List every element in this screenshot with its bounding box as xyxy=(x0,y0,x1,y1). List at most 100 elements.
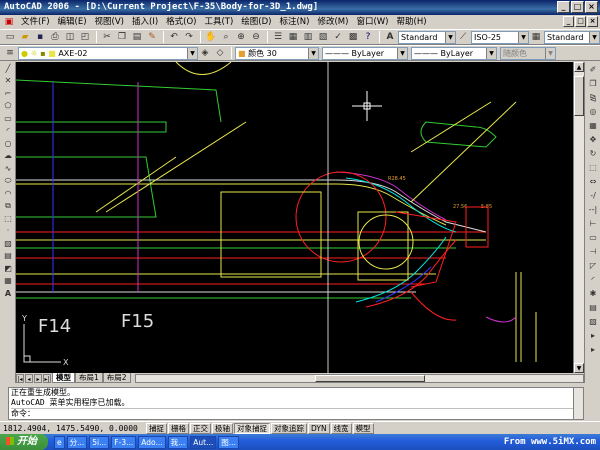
hatch-icon[interactable]: ▨ xyxy=(1,237,15,250)
doc-close-button[interactable]: × xyxy=(587,16,598,27)
save-icon[interactable]: ▪ xyxy=(33,31,47,44)
multiline-text-icon[interactable]: A xyxy=(1,287,15,300)
taskbar-item[interactable]: Ado... xyxy=(138,435,166,449)
break-at-point-icon[interactable]: ⊢ xyxy=(586,216,600,230)
taskbar-item[interactable]: 5i... xyxy=(89,435,110,449)
text-style-icon[interactable]: A xyxy=(383,31,397,44)
vertical-scrollbar[interactable]: ▲ ▼ xyxy=(573,62,584,373)
taskbar-item[interactable]: F-3... xyxy=(111,435,137,449)
publish-icon[interactable]: ◰ xyxy=(78,31,92,44)
stretch-icon[interactable]: ⇔ xyxy=(586,174,600,188)
menu-help[interactable]: 帮助(H) xyxy=(393,15,431,29)
rotate-icon[interactable]: ↻ xyxy=(586,146,600,160)
offset-icon[interactable]: ◎ xyxy=(586,104,600,118)
command-scrollbar[interactable] xyxy=(573,388,583,419)
undo-icon[interactable]: ↶ xyxy=(167,31,181,44)
tab-first-icon[interactable]: |◂ xyxy=(16,373,24,383)
osnap-toggle[interactable]: 对象捕捉 xyxy=(234,422,270,434)
insert-block-icon[interactable]: ⧉ xyxy=(1,200,15,213)
menu-format[interactable]: 格式(O) xyxy=(162,15,200,29)
dyn-toggle[interactable]: DYN xyxy=(308,422,330,434)
drawing-canvas[interactable]: R28.45 27.56 5.85 F14 F15 Y X xyxy=(16,62,573,373)
polar-toggle[interactable]: 极轴 xyxy=(212,422,233,434)
arc-icon[interactable]: ◜ xyxy=(1,125,15,138)
scroll-thumb[interactable] xyxy=(314,374,425,382)
menu-modify[interactable]: 修改(M) xyxy=(313,15,352,29)
tab-last-icon[interactable]: ▸| xyxy=(43,373,51,383)
cut-icon[interactable]: ✂ xyxy=(100,31,114,44)
line-icon[interactable]: ╱ xyxy=(1,62,15,75)
spline-icon[interactable]: ∿ xyxy=(1,162,15,175)
paste-icon[interactable]: ▤ xyxy=(130,31,144,44)
minimize-button[interactable]: _ xyxy=(557,1,570,13)
toolbar-more-icon[interactable]: ▸ xyxy=(586,328,600,342)
quickcalc-icon[interactable]: ▩ xyxy=(346,31,360,44)
menu-file[interactable]: 文件(F) xyxy=(17,15,54,29)
text-style-select[interactable]: Standard ▼ xyxy=(398,30,456,44)
taskbar-item[interactable]: 图... xyxy=(218,435,239,449)
model-toggle[interactable]: 模型 xyxy=(352,422,374,434)
table-style-select[interactable]: Standard ▼ xyxy=(544,30,600,44)
construction-line-icon[interactable]: ✕ xyxy=(1,75,15,88)
menu-dimension[interactable]: 标注(N) xyxy=(275,15,313,29)
circle-icon[interactable]: ○ xyxy=(1,137,15,150)
menu-insert[interactable]: 插入(I) xyxy=(128,15,162,29)
tab-next-icon[interactable]: ▸ xyxy=(34,373,42,383)
properties-icon[interactable]: ☰ xyxy=(271,31,285,44)
explode-icon[interactable]: ✱ xyxy=(586,286,600,300)
make-block-icon[interactable]: ⬚ xyxy=(1,212,15,225)
gradient-icon[interactable]: ▤ xyxy=(1,250,15,263)
move-icon[interactable]: ✥ xyxy=(586,132,600,146)
layer-icon[interactable]: ▧ xyxy=(586,314,600,328)
point-icon[interactable]: · xyxy=(1,225,15,238)
table-icon[interactable]: ▦ xyxy=(1,275,15,288)
erase-icon[interactable]: ✐ xyxy=(586,62,600,76)
doc-restore-button[interactable]: □ xyxy=(575,16,586,27)
plot-preview-icon[interactable]: ◫ xyxy=(63,31,77,44)
copy-object-icon[interactable]: ❐ xyxy=(586,76,600,90)
tab-prev-icon[interactable]: ◂ xyxy=(25,373,33,383)
quick-launch-ie-icon[interactable]: e xyxy=(54,435,65,449)
close-button[interactable]: × xyxy=(585,1,598,13)
command-window[interactable]: 正在重生成模型。 AutoCAD 菜单实用程序已加载。 命令： xyxy=(8,387,584,420)
taskbar-item[interactable]: 我... xyxy=(167,435,189,449)
redo-icon[interactable]: ↷ xyxy=(182,31,196,44)
dim-style-select[interactable]: ISO-25 ▼ xyxy=(471,30,529,44)
array-icon[interactable]: ▦ xyxy=(586,118,600,132)
polygon-icon[interactable]: ⬠ xyxy=(1,100,15,113)
trim-icon[interactable]: -/ xyxy=(586,188,600,202)
grid-toggle[interactable]: 栅格 xyxy=(168,422,189,434)
otrack-toggle[interactable]: 对象追踪 xyxy=(271,422,307,434)
restore-button[interactable]: □ xyxy=(571,1,584,13)
join-icon[interactable]: ⊣ xyxy=(586,244,600,258)
extend-icon[interactable]: --| xyxy=(586,202,600,216)
zoom-previous-icon[interactable]: ⊖ xyxy=(249,31,263,44)
scroll-up-icon[interactable]: ▲ xyxy=(574,62,584,72)
make-current-layer-icon[interactable]: ◈ xyxy=(198,47,212,60)
tab-model[interactable]: 模型 xyxy=(52,373,75,383)
tab-layout2[interactable]: 布局2 xyxy=(102,373,131,383)
layer-select[interactable]: ● ☼ ▪ ■ AXE-02 ▼ xyxy=(18,46,198,60)
plot-icon[interactable]: ⎙ xyxy=(48,31,62,44)
zoom-realtime-icon[interactable]: ⌕ xyxy=(219,31,233,44)
menu-view[interactable]: 视图(V) xyxy=(91,15,128,29)
help-icon[interactable]: ? xyxy=(361,31,375,44)
scale-icon[interactable]: ⬚ xyxy=(586,160,600,174)
properties-icon[interactable]: ▤ xyxy=(586,300,600,314)
break-icon[interactable]: ▭ xyxy=(586,230,600,244)
menu-tools[interactable]: 工具(T) xyxy=(200,15,237,29)
region-icon[interactable]: ◩ xyxy=(1,262,15,275)
new-file-icon[interactable]: ▭ xyxy=(3,31,17,44)
menu-edit[interactable]: 编辑(E) xyxy=(54,15,91,29)
tool-palettes-icon[interactable]: ▥ xyxy=(301,31,315,44)
match-properties-icon[interactable]: ✎ xyxy=(145,31,159,44)
open-folder-icon[interactable]: ▰ xyxy=(18,31,32,44)
ellipse-icon[interactable]: ⬭ xyxy=(1,175,15,188)
sheet-set-icon[interactable]: ▧ xyxy=(316,31,330,44)
markup-icon[interactable]: ✓ xyxy=(331,31,345,44)
taskbar-item-autocad[interactable]: Aut... xyxy=(190,435,217,449)
revision-cloud-icon[interactable]: ☁ xyxy=(1,150,15,163)
snap-toggle[interactable]: 捕捉 xyxy=(146,422,167,434)
start-button[interactable]: 开始 xyxy=(0,434,48,450)
menu-draw[interactable]: 绘图(D) xyxy=(237,15,275,29)
